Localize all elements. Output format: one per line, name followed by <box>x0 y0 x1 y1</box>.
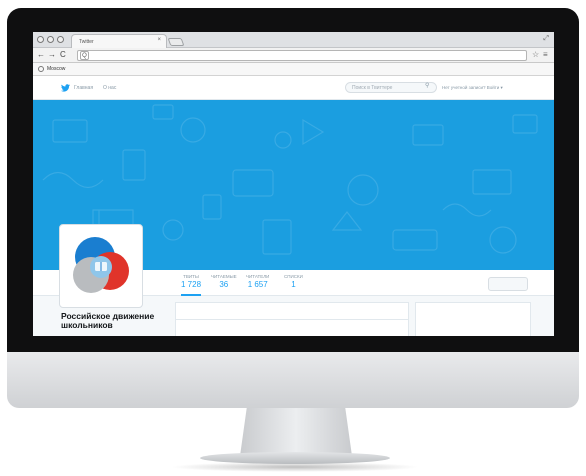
stat-value: 1 728 <box>181 280 202 289</box>
window-controls <box>37 36 64 43</box>
address-bar[interactable]: Q <box>77 50 527 61</box>
avatar[interactable] <box>59 224 143 308</box>
twitter-search-input[interactable]: Поиск в Твиттере <box>345 82 437 93</box>
sidebar-card <box>415 302 531 336</box>
menu-icon[interactable]: ≡ <box>543 50 548 59</box>
stat-label: ЧИТАТЕЛИ <box>246 274 270 279</box>
stat-followers[interactable]: ЧИТАТЕЛИ 1 657 <box>246 274 269 289</box>
bookmark-item[interactable]: Moscow <box>47 66 65 72</box>
imac-scene: Twitter × ⤢ ← → C Q ☆ ≡ Moscow Главная О… <box>0 0 586 476</box>
back-icon[interactable]: ← <box>37 50 45 59</box>
forward-icon[interactable]: → <box>48 50 56 59</box>
new-tab-button[interactable] <box>167 38 185 46</box>
bookmarks-bar: Moscow <box>33 63 554 76</box>
timeline-divider <box>175 319 409 320</box>
maximize-window-button[interactable] <box>57 36 64 43</box>
search-icon: Q <box>80 51 89 60</box>
organization-logo-icon <box>73 237 129 293</box>
browser-tab[interactable]: Twitter × <box>71 34 167 48</box>
follow-button[interactable] <box>488 277 528 291</box>
twitter-topbar: Главная О нас Поиск в Твиттере ⚲ Нет уче… <box>33 76 554 100</box>
stat-label: СПИСКИ <box>284 274 303 279</box>
tab-title: Twitter <box>79 39 94 45</box>
browser-toolbar: ← → C Q ☆ ≡ <box>33 48 554 63</box>
star-icon[interactable]: ☆ <box>532 50 539 59</box>
stat-value: 36 <box>219 280 229 289</box>
nav-about-link[interactable]: О нас <box>103 85 116 91</box>
monitor-stand-foot <box>200 452 390 464</box>
browser-tabstrip: Twitter × ⤢ <box>33 32 554 48</box>
stat-lists[interactable]: СПИСКИ 1 <box>284 274 303 289</box>
minimize-window-button[interactable] <box>47 36 54 43</box>
screen: Twitter × ⤢ ← → C Q ☆ ≡ Moscow Главная О… <box>33 32 554 336</box>
twitter-bird-icon[interactable] <box>61 84 70 92</box>
stat-value: 1 657 <box>247 280 268 289</box>
stat-label: ТВИТЫ <box>183 274 199 279</box>
nav-home-link[interactable]: Главная <box>74 85 93 91</box>
login-link[interactable]: Нет учетной записи? Войти ▾ <box>442 85 503 91</box>
profile-name: Российское движение школьников <box>61 311 155 330</box>
close-window-button[interactable] <box>37 36 44 43</box>
restore-window-icon[interactable]: ⤢ <box>543 35 549 43</box>
stat-label: ЧИТАЕМЫЕ <box>211 274 237 279</box>
stat-following[interactable]: ЧИТАЕМЫЕ 36 <box>211 274 237 289</box>
globe-icon <box>38 66 44 72</box>
reload-icon[interactable]: C <box>60 50 66 59</box>
stat-value: 1 <box>291 280 296 289</box>
monitor-chin <box>7 352 579 408</box>
monitor-stand-neck <box>240 408 352 456</box>
stat-tweets[interactable]: ТВИТЫ 1 728 <box>181 274 202 296</box>
search-icon[interactable]: ⚲ <box>425 82 429 89</box>
tab-close-icon[interactable]: × <box>157 37 161 43</box>
